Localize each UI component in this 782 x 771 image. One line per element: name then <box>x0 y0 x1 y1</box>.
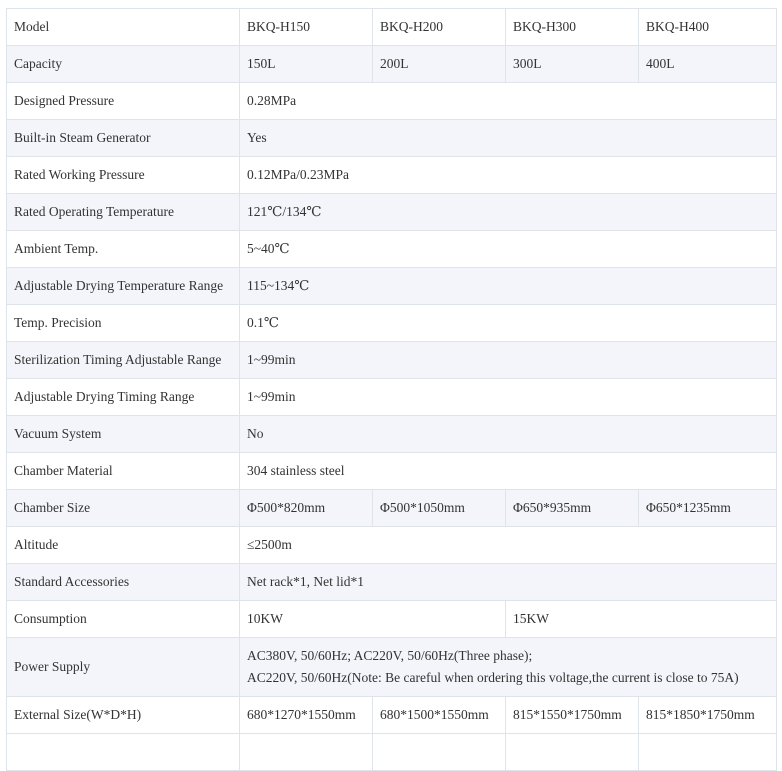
row-label: Vacuum System <box>6 415 240 453</box>
table-cell: 400L <box>638 45 777 83</box>
table-cell: Φ500*820mm <box>239 489 373 527</box>
row-label: Sterilization Timing Adjustable Range <box>6 341 240 379</box>
table-cell: 1~99min <box>239 341 777 379</box>
table-row-vacuum-system: Vacuum System No <box>6 415 777 453</box>
table-row-steam-generator: Built-in Steam Generator Yes <box>6 119 777 157</box>
table-cell: 0.1℃ <box>239 304 777 342</box>
table-cell: 5~40℃ <box>239 230 777 268</box>
row-label: Built-in Steam Generator <box>6 119 240 157</box>
table-row-designed-pressure: Designed Pressure 0.28MPa <box>6 82 777 120</box>
row-label: Designed Pressure <box>6 82 240 120</box>
row-label: Consumption <box>6 600 240 638</box>
table-cell: 304 stainless steel <box>239 452 777 490</box>
table-cell: 115~134℃ <box>239 267 777 305</box>
table-row-chamber-size: Chamber Size Φ500*820mm Φ500*1050mm Φ650… <box>6 489 777 527</box>
table-row-operating-temperature: Rated Operating Temperature 121℃/134℃ <box>6 193 777 231</box>
table-cell <box>239 733 373 771</box>
row-label: Rated Working Pressure <box>6 156 240 194</box>
table-cell: 0.12MPa/0.23MPa <box>239 156 777 194</box>
table-cell: No <box>239 415 777 453</box>
row-label: Altitude <box>6 526 240 564</box>
table-cell: 200L <box>372 45 506 83</box>
table-cell: ≤2500m <box>239 526 777 564</box>
table-cell <box>372 733 506 771</box>
row-label: Chamber Material <box>6 452 240 490</box>
table-row-ambient-temp: Ambient Temp. 5~40℃ <box>6 230 777 268</box>
row-label: Rated Operating Temperature <box>6 193 240 231</box>
table-row-capacity: Capacity 150L 200L 300L 400L <box>6 45 777 83</box>
spec-table: Model BKQ-H150 BKQ-H200 BKQ-H300 BKQ-H40… <box>6 8 777 771</box>
table-cell: 150L <box>239 45 373 83</box>
table-cell: BKQ-H150 <box>239 8 373 46</box>
table-cell: BKQ-H400 <box>638 8 777 46</box>
power-supply-line: AC220V, 50/60Hz(Note: Be careful when or… <box>247 670 739 685</box>
row-label: Chamber Size <box>6 489 240 527</box>
table-cell: 680*1500*1550mm <box>372 696 506 734</box>
row-label: Power Supply <box>6 637 240 697</box>
row-label: Ambient Temp. <box>6 230 240 268</box>
table-cell: 815*1850*1750mm <box>638 696 777 734</box>
table-row-altitude: Altitude ≤2500m <box>6 526 777 564</box>
table-row-external-size: External Size(W*D*H) 680*1270*1550mm 680… <box>6 696 777 734</box>
row-label: Adjustable Drying Temperature Range <box>6 267 240 305</box>
table-row-model: Model BKQ-H150 BKQ-H200 BKQ-H300 BKQ-H40… <box>6 8 777 46</box>
table-cell: AC380V, 50/60Hz; AC220V, 50/60Hz(Three p… <box>239 637 777 697</box>
row-label: Temp. Precision <box>6 304 240 342</box>
table-cell <box>638 733 777 771</box>
table-cell: Φ500*1050mm <box>372 489 506 527</box>
table-row-drying-timing: Adjustable Drying Timing Range 1~99min <box>6 378 777 416</box>
table-cell: 10KW <box>239 600 506 638</box>
row-label: External Size(W*D*H) <box>6 696 240 734</box>
table-row-temp-precision: Temp. Precision 0.1℃ <box>6 304 777 342</box>
table-cell <box>505 733 639 771</box>
table-cell: Φ650*1235mm <box>638 489 777 527</box>
table-cell: 0.28MPa <box>239 82 777 120</box>
table-cell: 1~99min <box>239 378 777 416</box>
table-row-working-pressure: Rated Working Pressure 0.12MPa/0.23MPa <box>6 156 777 194</box>
table-cell: BKQ-H200 <box>372 8 506 46</box>
table-row-standard-accessories: Standard Accessories Net rack*1, Net lid… <box>6 563 777 601</box>
table-row-chamber-material: Chamber Material 304 stainless steel <box>6 452 777 490</box>
table-cell: Φ650*935mm <box>505 489 639 527</box>
table-cell: Yes <box>239 119 777 157</box>
table-cell: Net rack*1, Net lid*1 <box>239 563 777 601</box>
row-label: Model <box>6 8 240 46</box>
table-row-consumption: Consumption 10KW 15KW <box>6 600 777 638</box>
table-row-empty <box>6 733 777 771</box>
table-cell: BKQ-H300 <box>505 8 639 46</box>
table-row-sterilization-timing: Sterilization Timing Adjustable Range 1~… <box>6 341 777 379</box>
row-label: Adjustable Drying Timing Range <box>6 378 240 416</box>
table-cell: 680*1270*1550mm <box>239 696 373 734</box>
table-row-power-supply: Power Supply AC380V, 50/60Hz; AC220V, 50… <box>6 637 777 697</box>
table-cell: 15KW <box>505 600 777 638</box>
table-row-drying-temp-range: Adjustable Drying Temperature Range 115~… <box>6 267 777 305</box>
row-label: Standard Accessories <box>6 563 240 601</box>
spec-table-container: Model BKQ-H150 BKQ-H200 BKQ-H300 BKQ-H40… <box>0 0 782 771</box>
table-cell: 121℃/134℃ <box>239 193 777 231</box>
power-supply-line: AC380V, 50/60Hz; AC220V, 50/60Hz(Three p… <box>247 648 533 663</box>
table-cell: 815*1550*1750mm <box>505 696 639 734</box>
table-cell <box>6 733 240 771</box>
table-cell: 300L <box>505 45 639 83</box>
row-label: Capacity <box>6 45 240 83</box>
